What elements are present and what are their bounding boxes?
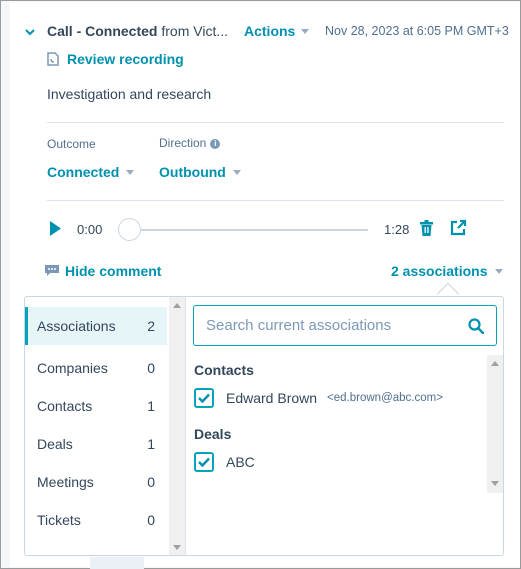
results-scrollbar[interactable] (487, 355, 503, 493)
call-title-type: Call - Connected (47, 23, 158, 39)
direction-value: Outbound (159, 164, 226, 180)
scroll-down-icon[interactable] (491, 481, 499, 486)
nav-item-count: 0 (147, 474, 155, 490)
nav-item-count: 1 (147, 398, 155, 414)
call-description[interactable]: Investigation and research (47, 86, 211, 102)
nav-item-label: Meetings (37, 474, 94, 490)
call-title-from: from Vict... (157, 23, 229, 39)
scroll-up-icon[interactable] (173, 303, 181, 308)
search-icon[interactable] (468, 317, 484, 334)
seek-handle[interactable] (118, 218, 141, 241)
caret-down-icon (126, 169, 135, 175)
nav-item-label: Companies (37, 360, 108, 376)
contact-name: Edward Brown (226, 390, 318, 406)
call-timestamp: Nov 28, 2023 at 6:05 PM GMT+3 (325, 24, 509, 38)
divider (47, 122, 504, 123)
review-recording-link[interactable]: Review recording (47, 51, 184, 67)
caret-down-icon (301, 28, 310, 34)
checkbox-checked[interactable] (194, 452, 214, 472)
scroll-down-icon[interactable] (173, 545, 181, 550)
info-icon[interactable]: i (210, 138, 221, 149)
nav-item-meetings[interactable]: Meetings 0 (25, 463, 167, 501)
nav-item-count: 0 (147, 512, 155, 528)
association-search[interactable] (193, 305, 497, 346)
document-phone-icon (47, 52, 59, 66)
hide-comment-button[interactable]: Hide comment (45, 263, 161, 279)
duration: 1:28 (384, 222, 410, 237)
caret-down-icon (494, 268, 503, 274)
association-row-contact[interactable]: Edward Brown <ed.brown@abc.com> (194, 388, 443, 408)
nav-item-contacts[interactable]: Contacts 1 (25, 387, 167, 425)
actions-dropdown[interactable]: Actions (244, 23, 310, 39)
comment-icon (45, 265, 59, 276)
checkmark-icon (198, 393, 210, 403)
caret-down-icon (232, 169, 241, 175)
associations-popover: Associations 2 Companies 0 Contacts 1 Deals… (24, 296, 504, 556)
deal-name: ABC (226, 454, 255, 470)
nav-item-associations[interactable]: Associations 2 (25, 307, 167, 345)
group-heading-contacts: Contacts (194, 362, 254, 378)
chevron-down-icon[interactable] (24, 26, 36, 38)
direction-label: Direction (159, 136, 207, 150)
nav-item-count: 1 (147, 436, 155, 452)
nav-scrollbar[interactable] (169, 297, 185, 555)
play-icon[interactable] (50, 221, 61, 236)
seek-track[interactable] (130, 229, 368, 231)
nav-item-tickets[interactable]: Tickets 0 (25, 501, 167, 539)
direction-dropdown[interactable]: Outbound (159, 164, 241, 180)
nav-item-label: Deals (37, 436, 73, 452)
outcome-label: Outcome (47, 137, 96, 151)
hide-comment-label: Hide comment (65, 263, 162, 279)
associations-nav: Associations 2 Companies 0 Contacts 1 Deals… (25, 297, 169, 555)
nav-item-count: 0 (147, 360, 155, 376)
trash-icon[interactable] (420, 220, 433, 236)
review-recording-label: Review recording (67, 51, 184, 67)
save-button-partial[interactable] (90, 557, 144, 569)
group-heading-deals: Deals (194, 426, 232, 442)
nav-item-label: Tickets (37, 512, 81, 528)
call-title[interactable]: Call - Connected from Vict... (47, 23, 228, 39)
direction-label-wrap: Direction i (159, 136, 221, 150)
actions-label: Actions (244, 23, 296, 39)
nav-item-label: Associations (37, 318, 116, 334)
outcome-value: Connected (47, 164, 120, 180)
contact-email: <ed.brown@abc.com> (327, 392, 443, 404)
current-time: 0:00 (77, 222, 103, 237)
nav-item-deals[interactable]: Deals 1 (25, 425, 167, 463)
association-search-input[interactable] (206, 317, 446, 334)
nav-item-label: Contacts (37, 398, 93, 414)
pane-divider (185, 297, 186, 555)
divider (47, 200, 504, 201)
checkbox-checked[interactable] (194, 388, 214, 408)
outcome-dropdown[interactable]: Connected (47, 164, 135, 180)
external-link-icon[interactable] (450, 219, 467, 236)
scroll-up-icon[interactable] (491, 361, 499, 366)
nav-item-count: 2 (147, 318, 155, 334)
nav-item-companies[interactable]: Companies 0 (25, 349, 167, 387)
associations-toggle-label: 2 associations (391, 263, 488, 279)
checkmark-icon (198, 457, 210, 467)
associations-toggle[interactable]: 2 associations (391, 263, 503, 279)
association-row-deal[interactable]: ABC (194, 452, 255, 472)
